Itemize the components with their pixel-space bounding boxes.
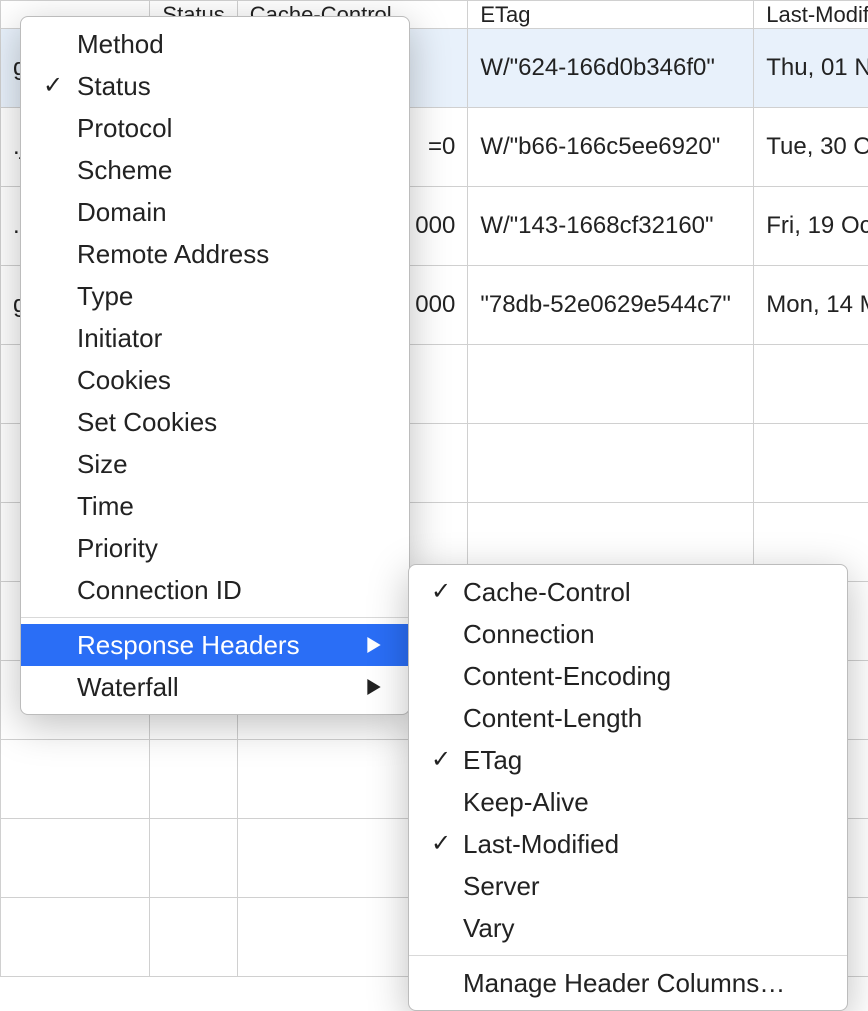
menu-item-connection-id[interactable]: Connection ID	[21, 569, 409, 611]
cell-last-modified: Thu, 01 N	[754, 29, 868, 108]
menu-item-status[interactable]: Status	[21, 65, 409, 107]
menu-item-label: Response Headers	[77, 628, 300, 662]
menu-item-etag[interactable]: ETag	[409, 739, 847, 781]
menu-item-connection[interactable]: Connection	[409, 613, 847, 655]
cell-etag: W/"143-1668cf32160"	[468, 187, 754, 266]
cell-last-modified: Mon, 14 M	[754, 266, 868, 345]
menu-item-method[interactable]: Method	[21, 23, 409, 65]
column-context-menu: MethodStatusProtocolSchemeDomainRemote A…	[20, 16, 410, 715]
menu-item-scheme[interactable]: Scheme	[21, 149, 409, 191]
cell-etag: "78db-52e0629e544c7"	[468, 266, 754, 345]
response-headers-submenu: Cache-ControlConnectionContent-EncodingC…	[408, 564, 848, 1011]
menu-item-last-modified[interactable]: Last-Modified	[409, 823, 847, 865]
col-header-last-modified[interactable]: Last-Modified	[754, 1, 868, 29]
menu-item-label: Waterfall	[77, 670, 179, 704]
menu-item-protocol[interactable]: Protocol	[21, 107, 409, 149]
cell-etag: W/"b66-166c5ee6920"	[468, 108, 754, 187]
menu-separator	[409, 955, 847, 956]
chevron-right-icon	[367, 637, 381, 653]
menu-item-priority[interactable]: Priority	[21, 527, 409, 569]
cell-last-modified: Fri, 19 Oc	[754, 187, 868, 266]
menu-item-content-length[interactable]: Content-Length	[409, 697, 847, 739]
menu-item-response-headers[interactable]: Response Headers	[21, 624, 409, 666]
menu-item-initiator[interactable]: Initiator	[21, 317, 409, 359]
cell-etag: W/"624-166d0b346f0"	[468, 29, 754, 108]
menu-item-waterfall[interactable]: Waterfall	[21, 666, 409, 708]
menu-item-type[interactable]: Type	[21, 275, 409, 317]
menu-item-keep-alive[interactable]: Keep-Alive	[409, 781, 847, 823]
menu-separator	[21, 617, 409, 618]
menu-item-manage-header-columns[interactable]: Manage Header Columns…	[409, 962, 847, 1004]
menu-item-domain[interactable]: Domain	[21, 191, 409, 233]
menu-item-vary[interactable]: Vary	[409, 907, 847, 949]
menu-item-size[interactable]: Size	[21, 443, 409, 485]
menu-item-server[interactable]: Server	[409, 865, 847, 907]
menu-item-remote-address[interactable]: Remote Address	[21, 233, 409, 275]
menu-item-cache-control[interactable]: Cache-Control	[409, 571, 847, 613]
chevron-right-icon	[367, 679, 381, 695]
menu-item-content-encoding[interactable]: Content-Encoding	[409, 655, 847, 697]
cell-last-modified: Tue, 30 O	[754, 108, 868, 187]
menu-item-set-cookies[interactable]: Set Cookies	[21, 401, 409, 443]
menu-item-cookies[interactable]: Cookies	[21, 359, 409, 401]
col-header-etag[interactable]: ETag	[468, 1, 754, 29]
menu-item-time[interactable]: Time	[21, 485, 409, 527]
